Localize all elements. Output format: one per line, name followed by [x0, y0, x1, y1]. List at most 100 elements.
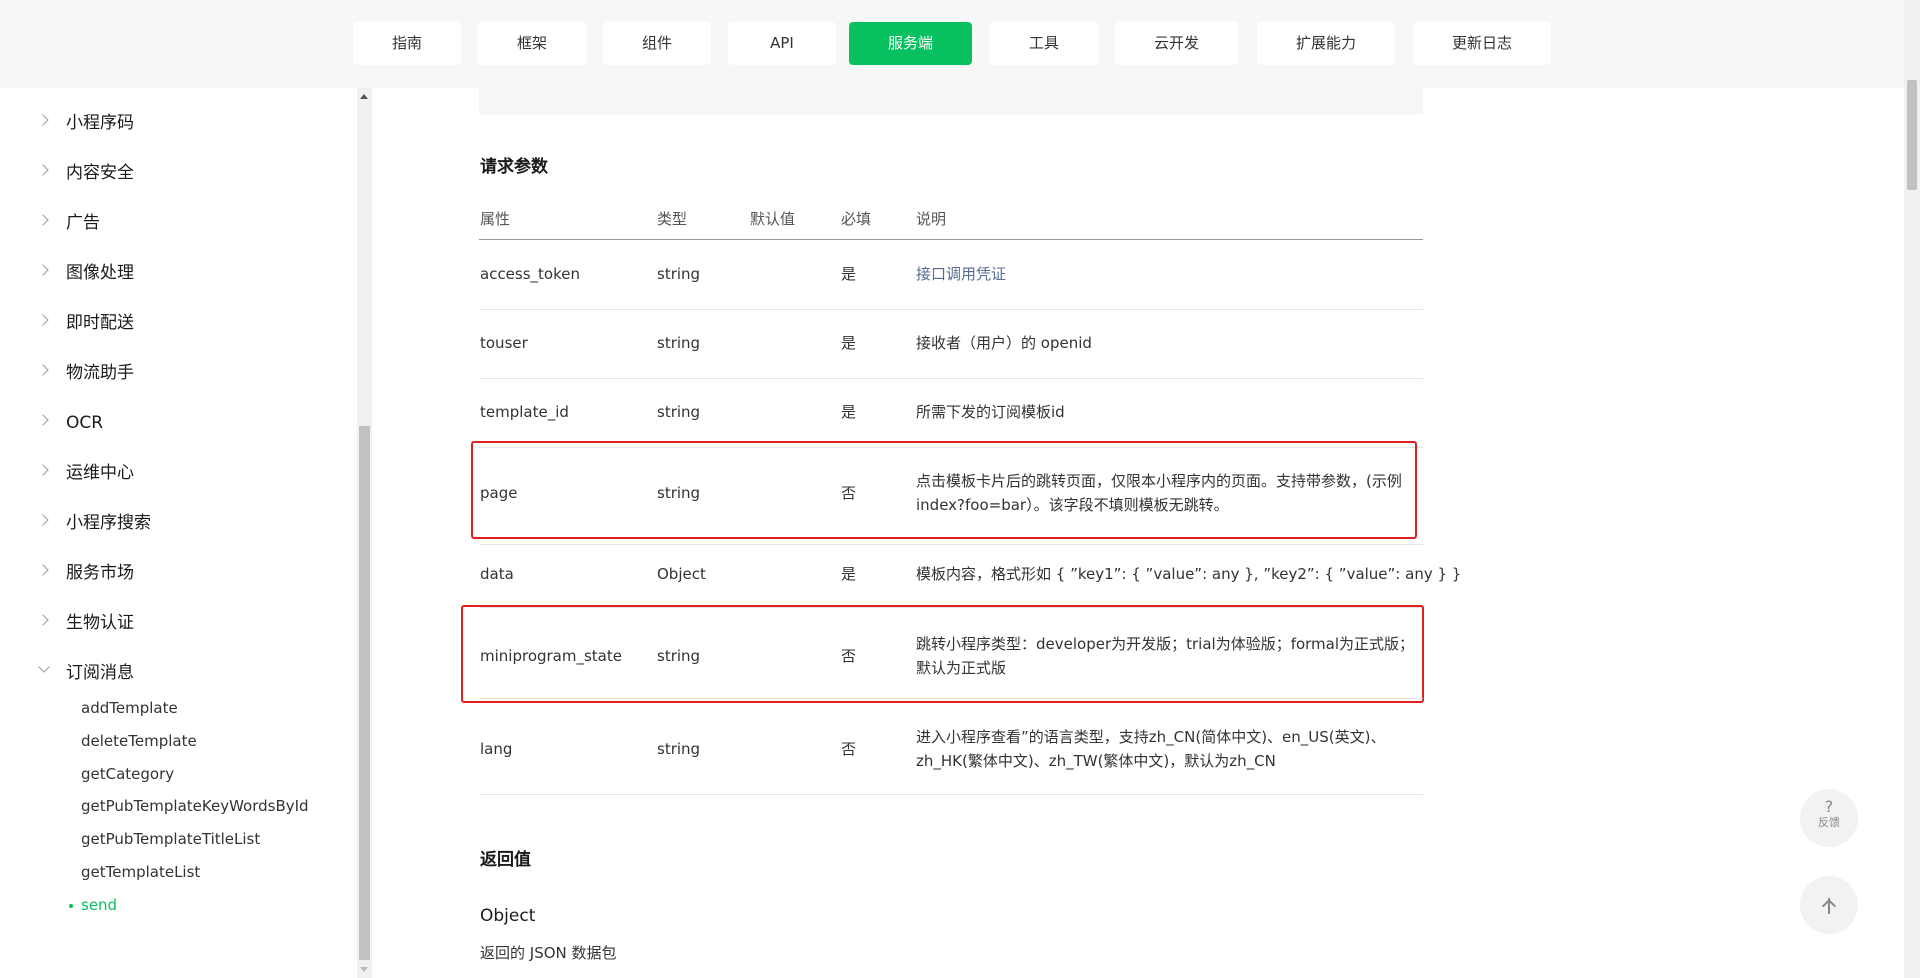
- param-name: touser: [480, 334, 528, 352]
- object-description: 返回的 JSON 数据包: [480, 944, 617, 962]
- chevron-right-icon: [37, 164, 49, 176]
- row-divider: [479, 698, 1423, 699]
- chevron-right-icon: [37, 614, 49, 626]
- column-header-description: 说明: [916, 210, 947, 228]
- sidebar-item-label: 图像处理: [66, 263, 134, 283]
- tab-components[interactable]: 组件: [603, 22, 711, 65]
- sidebar-subitem-getcategory[interactable]: getCategory: [81, 763, 174, 785]
- tab-cloud-dev[interactable]: 云开发: [1115, 22, 1238, 65]
- sidebar: 小程序码 内容安全 广告 图像处理 即时配送 物流助手 OCR 运维中心 小程序…: [0, 88, 357, 978]
- tab-tools[interactable]: 工具: [990, 22, 1098, 65]
- param-required: 否: [841, 740, 857, 758]
- sidebar-subitem-deletetemplate[interactable]: deleteTemplate: [81, 730, 197, 752]
- highlight-box-page: [471, 441, 1417, 539]
- code-block: [479, 88, 1423, 115]
- scroll-down-arrow-icon[interactable]: [360, 967, 368, 972]
- param-name: access_token: [480, 265, 580, 283]
- sidebar-item-ocr[interactable]: OCR: [0, 408, 357, 438]
- sidebar-item-content-security[interactable]: 内容安全: [0, 158, 357, 188]
- table-header-divider: [479, 239, 1423, 240]
- sidebar-item-label: 订阅消息: [66, 663, 134, 683]
- chevron-right-icon: [37, 564, 49, 576]
- column-header-property: 属性: [480, 210, 511, 228]
- scroll-up-arrow-icon[interactable]: [360, 94, 368, 99]
- feedback-button[interactable]: ? 反馈: [1800, 789, 1858, 847]
- row-divider: [479, 309, 1423, 310]
- param-name: lang: [480, 740, 513, 758]
- object-title: Object: [480, 906, 536, 926]
- param-required: 是: [841, 265, 857, 283]
- sidebar-item-service-market[interactable]: 服务市场: [0, 558, 357, 588]
- sidebar-item-ops-center[interactable]: 运维中心: [0, 458, 357, 488]
- chevron-right-icon: [37, 314, 49, 326]
- page-scrollbar-thumb[interactable]: [1907, 80, 1917, 190]
- param-required: 是: [841, 403, 857, 421]
- sidebar-item-logistics[interactable]: 物流助手: [0, 358, 357, 388]
- param-type: string: [657, 403, 701, 421]
- param-description-line1: 进入小程序查看”的语言类型，支持zh_CN(简体中文)、en_US(英文)、: [916, 728, 1386, 746]
- param-type: Object: [657, 565, 706, 583]
- sidebar-item-instant-delivery[interactable]: 即时配送: [0, 308, 357, 338]
- sidebar-subitem-send[interactable]: send: [81, 894, 117, 916]
- tab-framework[interactable]: 框架: [478, 22, 586, 65]
- page-scrollbar[interactable]: [1904, 0, 1920, 978]
- sidebar-item-label: 生物认证: [66, 613, 134, 633]
- sidebar-item-biometric[interactable]: 生物认证: [0, 608, 357, 638]
- tab-extensions[interactable]: 扩展能力: [1257, 22, 1395, 65]
- chevron-right-icon: [37, 464, 49, 476]
- tab-api[interactable]: API: [728, 22, 836, 65]
- sidebar-scrollbar[interactable]: [357, 88, 372, 978]
- sidebar-subitem-addtemplate[interactable]: addTemplate: [81, 697, 178, 719]
- sidebar-item-label: 内容安全: [66, 163, 134, 183]
- return-value-title: 返回值: [480, 850, 531, 870]
- highlight-box-miniprogram-state: [461, 605, 1424, 703]
- request-params-title: 请求参数: [480, 157, 548, 177]
- back-to-top-button[interactable]: [1800, 876, 1858, 934]
- row-divider: [479, 544, 1423, 545]
- active-dot-icon: [69, 904, 73, 908]
- column-header-required: 必填: [841, 210, 872, 228]
- sidebar-item-label: 广告: [66, 213, 100, 233]
- param-type: string: [657, 740, 701, 758]
- sidebar-item-label: 服务市场: [66, 563, 134, 583]
- sidebar-item-search[interactable]: 小程序搜索: [0, 508, 357, 538]
- param-required: 是: [841, 334, 857, 352]
- column-header-type: 类型: [657, 210, 688, 228]
- sidebar-item-label: 运维中心: [66, 463, 134, 483]
- sidebar-item-label: 即时配送: [66, 313, 134, 333]
- chevron-right-icon: [37, 214, 49, 226]
- param-description-line2: zh_HK(繁体中文)、zh_TW(繁体中文)，默认为zh_CN: [916, 752, 1276, 770]
- tab-guide[interactable]: 指南: [353, 22, 461, 65]
- chevron-right-icon: [37, 264, 49, 276]
- sidebar-subitem-gettemplatelist[interactable]: getTemplateList: [81, 861, 200, 883]
- sidebar-item-image-processing[interactable]: 图像处理: [0, 258, 357, 288]
- row-divider: [479, 378, 1423, 379]
- param-type: string: [657, 265, 701, 283]
- sidebar-subitem-getpubtemplatetitlelist[interactable]: getPubTemplateTitleList: [81, 828, 260, 850]
- sidebar-item-label: 小程序搜索: [66, 513, 151, 533]
- chevron-right-icon: [37, 114, 49, 126]
- main-content: 请求参数 属性 类型 默认值 必填 说明 access_token string…: [372, 88, 1904, 978]
- param-required: 是: [841, 565, 857, 583]
- sidebar-subitem-getpubtemplatekeywordsbyid[interactable]: getPubTemplateKeyWordsById: [81, 795, 309, 817]
- sidebar-item-qrcode[interactable]: 小程序码: [0, 108, 357, 138]
- chevron-right-icon: [37, 514, 49, 526]
- chevron-down-icon: [38, 661, 50, 673]
- sidebar-item-label: 小程序码: [66, 113, 134, 133]
- param-description: 模板内容，格式形如 { ”key1”: { ”value”: any }, ”k…: [916, 565, 1462, 583]
- question-mark-icon: ?: [1824, 797, 1834, 816]
- sidebar-item-label: 物流助手: [66, 363, 134, 383]
- access-token-link[interactable]: 接口调用凭证: [916, 262, 1006, 286]
- tab-server[interactable]: 服务端: [849, 22, 972, 65]
- tab-changelog[interactable]: 更新日志: [1413, 22, 1551, 65]
- feedback-label: 反馈: [1818, 816, 1840, 829]
- sidebar-item-subscribe-message[interactable]: 订阅消息: [0, 658, 357, 688]
- param-description: 接收者（用户）的 openid: [916, 334, 1092, 352]
- row-divider: [479, 794, 1423, 795]
- column-header-default: 默认值: [750, 210, 796, 228]
- param-description: 所需下发的订阅模板id: [916, 403, 1065, 421]
- chevron-right-icon: [37, 364, 49, 376]
- sidebar-item-label: OCR: [66, 413, 104, 433]
- sidebar-scrollbar-thumb[interactable]: [359, 426, 370, 960]
- sidebar-item-ads[interactable]: 广告: [0, 208, 357, 238]
